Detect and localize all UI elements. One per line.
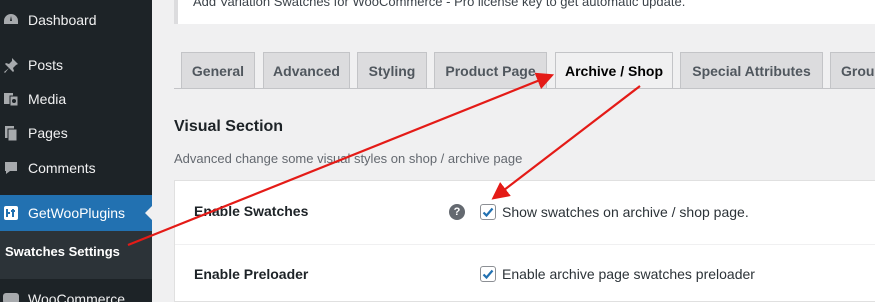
sidebar-item-label: WooCommerce bbox=[28, 291, 125, 302]
getwooplugins-icon bbox=[2, 204, 20, 222]
checkmark-icon bbox=[482, 207, 494, 218]
sidebar-submenu: Swatches Settings bbox=[0, 231, 152, 279]
woo-icon bbox=[2, 290, 20, 302]
setting-label-enable-swatches: Enable Swatches bbox=[194, 203, 309, 219]
checkmark-icon bbox=[482, 269, 494, 280]
submenu-item-swatches-settings[interactable]: Swatches Settings bbox=[5, 244, 120, 259]
sidebar-item-pages[interactable]: Pages bbox=[0, 116, 152, 150]
license-notice: Add Variation Swatches for WooCommerce -… bbox=[174, 0, 875, 24]
sidebar-item-label: GetWooPlugins bbox=[28, 205, 126, 221]
tab-general[interactable]: General bbox=[181, 52, 255, 88]
enable-preloader-checkbox[interactable] bbox=[480, 266, 496, 282]
enable-preloader-checkbox-label[interactable]: Enable archive page swatches preloader bbox=[502, 266, 755, 282]
sidebar-item-woocommerce[interactable]: WooCommerce bbox=[0, 282, 152, 302]
sidebar-item-label: Pages bbox=[28, 125, 68, 141]
sidebar-item-label: Dashboard bbox=[28, 12, 97, 28]
setting-label-enable-preloader: Enable Preloader bbox=[194, 266, 309, 282]
enable-swatches-checkbox-label[interactable]: Show swatches on archive / shop page. bbox=[502, 204, 749, 220]
pages-icon bbox=[2, 124, 20, 142]
tab-advanced[interactable]: Advanced bbox=[263, 52, 350, 88]
sidebar-item-media[interactable]: Media bbox=[0, 82, 152, 116]
notice-text: Add Variation Swatches for WooCommerce -… bbox=[193, 0, 686, 9]
sidebar-item-label: Media bbox=[28, 91, 67, 107]
sidebar-item-label: Posts bbox=[28, 57, 64, 73]
sidebar-item-label: Comments bbox=[28, 160, 96, 176]
sidebar-item-getwooplugins[interactable]: GetWooPlugins bbox=[0, 195, 152, 231]
row-divider bbox=[175, 244, 875, 245]
section-title: Visual Section bbox=[174, 118, 284, 135]
tab-archive-shop[interactable]: Archive / Shop bbox=[555, 52, 673, 89]
tab-special-attributes[interactable]: Special Attributes bbox=[680, 52, 823, 88]
sidebar-item-posts[interactable]: Posts bbox=[0, 48, 152, 82]
tab-product-page[interactable]: Product Page bbox=[434, 52, 547, 88]
dashboard-icon bbox=[2, 11, 20, 29]
settings-panel: Enable Swatches ? Show swatches on archi… bbox=[174, 180, 875, 302]
tabs-divider bbox=[174, 88, 875, 89]
pin-icon bbox=[2, 56, 20, 74]
tab-group[interactable]: Group bbox=[830, 52, 875, 88]
section-description: Advanced change some visual styles on sh… bbox=[174, 151, 523, 166]
tab-styling[interactable]: Styling bbox=[357, 52, 427, 88]
comments-icon bbox=[2, 159, 20, 177]
help-icon[interactable]: ? bbox=[449, 204, 465, 220]
media-icon bbox=[2, 90, 20, 108]
sidebar-item-dashboard[interactable]: Dashboard bbox=[0, 3, 152, 37]
admin-sidebar: Dashboard Posts Media Pages Comments Get… bbox=[0, 0, 152, 302]
sidebar-item-comments[interactable]: Comments bbox=[0, 151, 152, 185]
enable-swatches-checkbox[interactable] bbox=[480, 204, 496, 220]
